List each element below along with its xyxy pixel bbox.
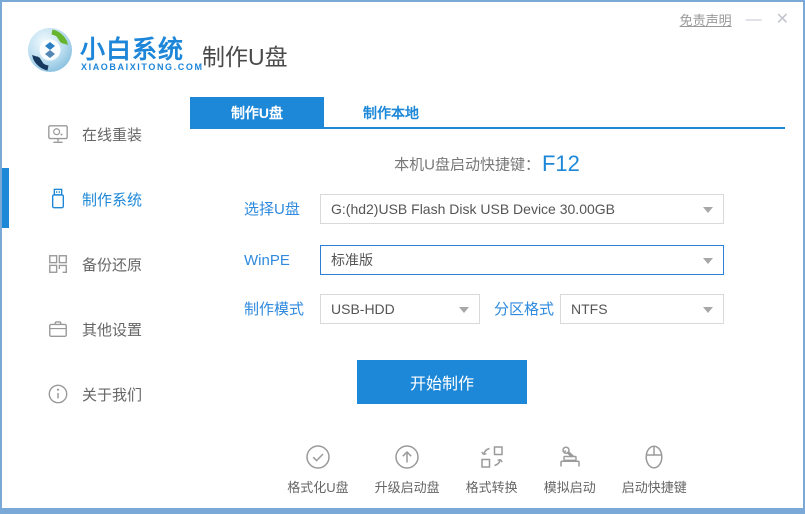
footer-toolbar: 格式化U盘 升级启动盘 格式转换 模拟启动 启动快捷键 xyxy=(187,444,787,496)
boot-hotkey-row: 本机U盘启动快捷键：F12 xyxy=(187,151,787,177)
disclaimer-link[interactable]: 免责声明 xyxy=(680,10,732,29)
tool-label: 启动快捷键 xyxy=(621,480,687,495)
sidebar-item-other-settings[interactable]: 其他设置 xyxy=(2,309,187,349)
sidebar-item-label: 其他设置 xyxy=(82,321,143,339)
check-circle-icon xyxy=(305,444,331,470)
usb-select[interactable]: G:(hd2)USB Flash Disk USB Device 30.00GB xyxy=(320,194,724,224)
tool-label: 格式化U盘 xyxy=(287,480,349,495)
sidebar-item-about-us[interactable]: 关于我们 xyxy=(2,374,187,414)
tool-format-convert[interactable]: 格式转换 xyxy=(466,444,518,496)
arrow-up-circle-icon xyxy=(394,444,420,470)
sidebar-item-make-system[interactable]: 制作系统 xyxy=(2,179,187,219)
mode-select-value: USB-HDD xyxy=(331,301,395,317)
window-bottom-edge xyxy=(2,508,803,512)
chevron-down-icon xyxy=(459,307,469,313)
partition-select-label: 分区格式 xyxy=(494,301,555,318)
app-logo-icon xyxy=(26,26,74,74)
usb-select-label: 选择U盘 xyxy=(244,201,300,218)
monitor-icon xyxy=(47,123,69,145)
tool-format-usb[interactable]: 格式化U盘 xyxy=(287,444,349,496)
window-controls: 免责声明 — ✕ xyxy=(680,10,789,29)
sidebar-item-backup-restore[interactable]: 备份还原 xyxy=(2,244,187,284)
partition-select-value: NTFS xyxy=(571,301,608,317)
tool-label: 模拟启动 xyxy=(543,480,596,495)
sidebar-item-online-reinstall[interactable]: 在线重装 xyxy=(2,114,187,154)
boot-hotkey-label: 本机U盘启动快捷键： xyxy=(394,156,540,174)
usb-drive-icon xyxy=(47,188,69,210)
backup-grid-icon xyxy=(47,253,69,275)
tab-make-local[interactable]: 制作本地 xyxy=(324,97,458,129)
close-icon[interactable]: ✕ xyxy=(776,11,789,28)
mode-select-label: 制作模式 xyxy=(244,301,305,318)
info-circle-icon xyxy=(47,383,69,405)
chevron-down-icon xyxy=(703,207,713,213)
mode-select[interactable]: USB-HDD xyxy=(320,294,480,324)
tool-label: 格式转换 xyxy=(465,480,518,495)
tool-label: 升级启动盘 xyxy=(374,480,440,495)
tool-upgrade-boot-disk[interactable]: 升级启动盘 xyxy=(375,444,440,496)
sidebar-item-label: 制作系统 xyxy=(82,191,143,209)
page-title: 制作U盘 xyxy=(202,44,288,70)
winpe-select[interactable]: 标准版 xyxy=(320,245,724,275)
mouse-icon xyxy=(641,444,667,470)
minimize-icon[interactable]: — xyxy=(746,11,762,28)
stamp-icon xyxy=(557,444,583,470)
partition-select[interactable]: NTFS xyxy=(560,294,724,324)
sidebar-item-label: 备份还原 xyxy=(82,256,143,274)
winpe-select-value: 标准版 xyxy=(331,252,373,268)
chevron-down-icon xyxy=(703,258,713,264)
app-window: 免责声明 — ✕ 小白系统 XIAOBAIXITONG.COM 制作U盘 在线重… xyxy=(0,0,805,514)
chevron-down-icon xyxy=(703,307,713,313)
tool-simulate-boot[interactable]: 模拟启动 xyxy=(544,444,596,496)
sidebar-item-label: 关于我们 xyxy=(82,386,143,404)
tab-make-usb[interactable]: 制作U盘 xyxy=(190,97,324,129)
start-make-button[interactable]: 开始制作 xyxy=(357,360,527,404)
boot-hotkey-value: F12 xyxy=(541,151,580,176)
tool-boot-hotkey[interactable]: 启动快捷键 xyxy=(622,444,687,496)
tab-bar: 制作U盘 制作本地 xyxy=(190,97,785,129)
usb-select-value: G:(hd2)USB Flash Disk USB Device 30.00GB xyxy=(331,201,615,217)
brand-domain: XIAOBAIXITONG.COM xyxy=(81,62,204,72)
briefcase-icon xyxy=(47,318,69,340)
convert-icon xyxy=(479,444,505,470)
sidebar-item-label: 在线重装 xyxy=(82,126,143,144)
winpe-select-label: WinPE xyxy=(244,252,290,269)
brand-name: 小白系统 xyxy=(80,36,185,64)
